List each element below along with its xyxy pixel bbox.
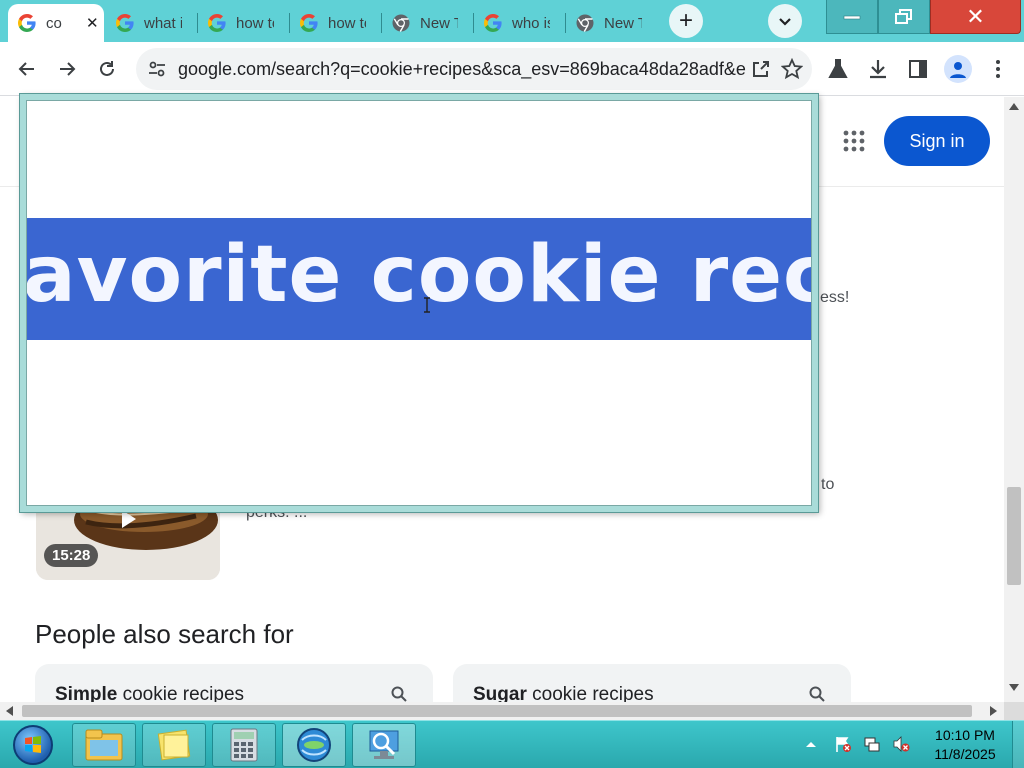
tab-new-tab-1[interactable]: New T xyxy=(382,4,474,42)
taskbar-calculator[interactable] xyxy=(212,723,276,767)
back-button[interactable] xyxy=(12,54,42,84)
google-apps-icon[interactable] xyxy=(843,130,865,152)
download-icon[interactable] xyxy=(866,57,890,81)
search-icon xyxy=(809,686,825,702)
volume-muted-icon[interactable] xyxy=(892,735,910,753)
taskbar-explorer[interactable] xyxy=(72,723,136,767)
tab-close-icon[interactable]: ✕ xyxy=(86,14,99,32)
minimize-button[interactable] xyxy=(826,0,878,34)
chevron-down-icon xyxy=(779,18,791,26)
restore-icon xyxy=(895,8,912,24)
clock-date[interactable]: 11/8/2025 xyxy=(930,746,1000,762)
related-search-card[interactable]: Simple cookie recipes xyxy=(35,664,433,702)
search-icon xyxy=(391,686,407,702)
tab-what[interactable]: what i xyxy=(106,4,198,42)
profile-avatar-icon[interactable] xyxy=(944,55,972,83)
new-tab-button[interactable]: + xyxy=(669,4,703,38)
magnified-selection-highlight: avorite cookie recipe, a xyxy=(27,218,811,340)
video-thumbnail[interactable]: 15:28 xyxy=(36,502,220,580)
related-search-card[interactable]: Sugar cookie recipes xyxy=(453,664,851,702)
tab-title: what i xyxy=(144,14,182,32)
tab-title: co xyxy=(46,14,62,32)
vertical-scrollbar[interactable] xyxy=(1004,97,1024,702)
url-text[interactable]: google.com/search?q=cookie+recipes&sca_e… xyxy=(178,59,746,80)
related-search-text: Sugar cookie recipes xyxy=(473,684,654,702)
site-info-icon[interactable] xyxy=(146,58,168,80)
vertical-scroll-thumb[interactable] xyxy=(1007,487,1021,585)
tab-how-to-1[interactable]: how to xyxy=(198,4,290,42)
google-icon xyxy=(18,14,36,32)
reload-icon xyxy=(100,61,114,76)
taskbar-sticky-notes[interactable] xyxy=(142,723,206,767)
calculator-icon xyxy=(230,728,258,762)
share-icon[interactable] xyxy=(750,58,772,80)
sticky-notes-icon xyxy=(157,729,191,761)
minimize-icon xyxy=(843,15,861,19)
google-icon xyxy=(208,14,226,32)
google-icon xyxy=(116,14,134,32)
magnified-text: avorite cookie recipe, a xyxy=(27,230,811,320)
windows-taskbar: 10:10 PM 11/8/2025 xyxy=(0,720,1024,768)
scroll-up-arrow-icon[interactable] xyxy=(1009,103,1019,110)
chrome-icon xyxy=(392,14,410,32)
chrome-icon xyxy=(576,14,594,32)
kebab-menu-icon[interactable] xyxy=(986,57,1010,81)
play-icon xyxy=(122,510,136,528)
google-icon xyxy=(300,14,318,32)
tab-new-tab-2[interactable]: New T xyxy=(566,4,658,42)
windows-logo-icon xyxy=(13,725,53,765)
magnifier-app-icon xyxy=(369,730,399,759)
action-center-flag-icon[interactable] xyxy=(834,735,852,753)
taskbar-magnifier-app[interactable] xyxy=(352,723,416,767)
bookmark-star-icon[interactable] xyxy=(781,58,803,80)
forward-button[interactable] xyxy=(52,54,82,84)
side-panel-icon[interactable] xyxy=(906,57,930,81)
reload-button[interactable] xyxy=(92,54,122,84)
related-search-text: Simple cookie recipes xyxy=(55,684,245,702)
browser-toolbar: google.com/search?q=cookie+recipes&sca_e… xyxy=(0,42,1024,96)
sign-in-button[interactable]: Sign in xyxy=(884,116,990,166)
tab-who-is[interactable]: who is xyxy=(474,4,566,42)
scrollbar-corner xyxy=(1004,702,1024,720)
tab-title: New T xyxy=(420,14,458,32)
result-snippet-fragment: to xyxy=(821,476,835,493)
title-bar: co ✕ what i how to how to xyxy=(0,0,1024,42)
tab-how-to-2[interactable]: how to xyxy=(290,4,382,42)
plus-icon: + xyxy=(678,7,693,34)
clock-time[interactable]: 10:10 PM xyxy=(930,727,1000,743)
tab-title: New T xyxy=(604,14,642,32)
restore-button[interactable] xyxy=(878,0,930,34)
tab-title: how to xyxy=(236,14,274,32)
tab-search-button[interactable] xyxy=(768,4,802,38)
show-desktop-button[interactable] xyxy=(1012,721,1024,768)
result-snippet-fragment: ess! xyxy=(820,289,850,306)
address-bar[interactable]: google.com/search?q=cookie+recipes&sca_e… xyxy=(136,48,812,90)
google-icon xyxy=(484,14,502,32)
scroll-down-arrow-icon[interactable] xyxy=(1009,684,1019,691)
tab-title: who is xyxy=(512,14,550,32)
tab-cookie-recipes[interactable]: co ✕ xyxy=(8,4,104,42)
network-globe-icon xyxy=(297,728,331,762)
text-cursor-icon xyxy=(424,297,430,313)
back-arrow-icon xyxy=(18,62,34,76)
horizontal-scroll-thumb[interactable] xyxy=(22,705,972,717)
scroll-right-arrow-icon[interactable] xyxy=(990,706,997,716)
horizontal-scrollbar[interactable] xyxy=(0,702,1004,720)
close-icon: ✕ xyxy=(966,3,985,29)
scroll-left-arrow-icon[interactable] xyxy=(6,706,13,716)
forward-arrow-icon xyxy=(60,62,76,76)
tab-title: how to xyxy=(328,14,366,32)
labs-flask-icon[interactable] xyxy=(826,57,850,81)
close-window-button[interactable]: ✕ xyxy=(930,0,1021,34)
show-hidden-icons-icon[interactable] xyxy=(802,735,820,753)
taskbar-network-app[interactable] xyxy=(282,723,346,767)
network-tray-icon[interactable] xyxy=(863,735,881,753)
people-also-search-heading: People also search for xyxy=(35,619,294,649)
magnifier-lens: avorite cookie recipe, a xyxy=(20,94,818,512)
video-duration-badge: 15:28 xyxy=(44,544,99,567)
windows-explorer-icon xyxy=(85,729,123,761)
magnifier-view: avorite cookie recipe, a xyxy=(26,100,812,506)
start-button[interactable] xyxy=(8,724,58,766)
